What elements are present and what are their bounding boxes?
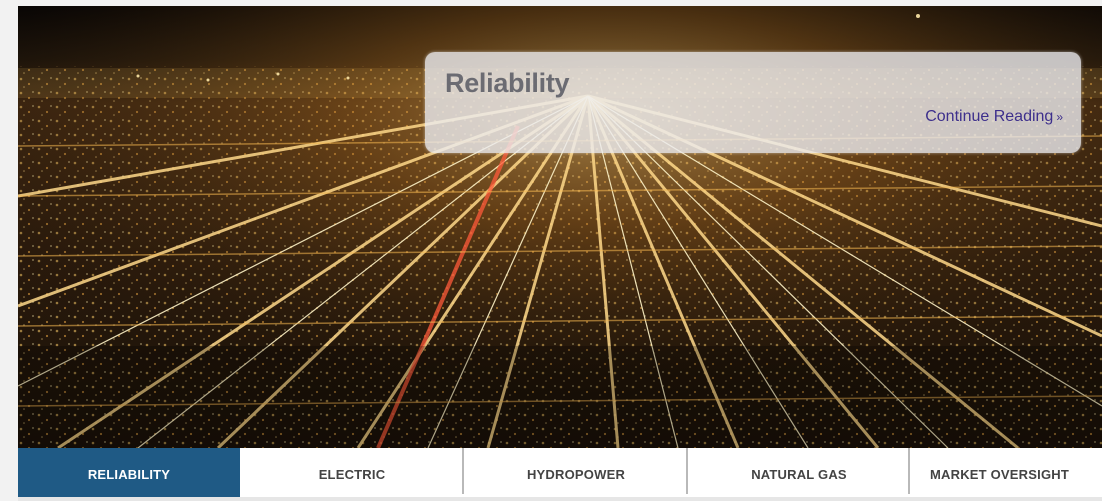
tab-label: RELIABILITY xyxy=(87,467,171,482)
tab-market-oversight[interactable]: MARKET OVERSIGHT xyxy=(910,448,1102,501)
continue-reading-link[interactable]: Continue Reading» xyxy=(925,108,1063,126)
chevron-right-icon: » xyxy=(1056,110,1063,124)
topic-tabs: RELIABILITY ELECTRIC HYDROPOWER NATURAL … xyxy=(18,448,1102,501)
slide-caption: Reliability Continue Reading» xyxy=(425,52,1081,153)
tab-label: MARKET OVERSIGHT xyxy=(930,467,1069,482)
tab-label: HYDROPOWER xyxy=(526,467,626,482)
tab-electric[interactable]: ELECTRIC xyxy=(240,448,464,501)
tab-natural-gas[interactable]: NATURAL GAS xyxy=(688,448,910,501)
tab-label: NATURAL GAS xyxy=(751,467,847,482)
tab-hydropower[interactable]: HYDROPOWER xyxy=(464,448,688,501)
tab-label: ELECTRIC xyxy=(318,467,386,482)
continue-reading-label: Continue Reading xyxy=(925,108,1054,125)
slide-title: Reliability xyxy=(445,68,570,98)
page: Reliability Continue Reading» RELIABILIT… xyxy=(0,0,1102,501)
tab-reliability[interactable]: RELIABILITY xyxy=(18,448,240,501)
hero-slider: Reliability Continue Reading» xyxy=(18,6,1102,448)
tab-bottom-border xyxy=(18,497,1102,501)
